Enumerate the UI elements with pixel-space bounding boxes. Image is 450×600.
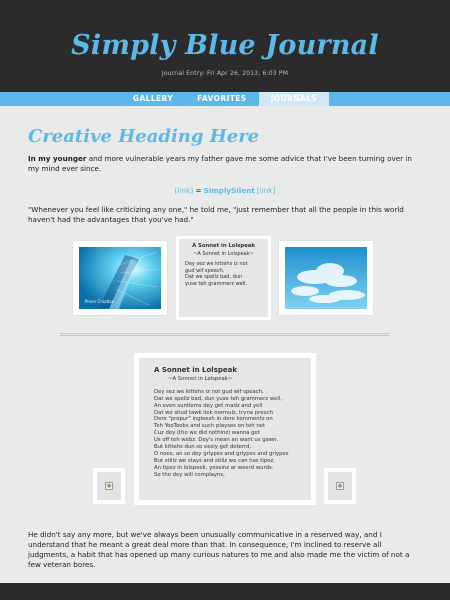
big-poem-line: An tipez in lolspeek, yoosinz ar weerd w… — [154, 464, 274, 471]
small-poem-body: A Sonnet in Lolspeak ~A Sonnet in Lolspe… — [179, 239, 268, 317]
small-poem-line: yuse teh grammerz well, — [185, 280, 248, 287]
big-poem-line: Dat we shud tawk liek normulz, tryna pre… — [154, 409, 273, 416]
footer-bar — [0, 583, 450, 600]
broken-image-icon: ● — [336, 482, 344, 490]
big-poem-line: But stillz we stays and stillz we can ha… — [154, 457, 275, 464]
nav-tab-gallery[interactable]: GALLERY — [121, 92, 185, 106]
small-poem-line: gud wif speach, — [185, 267, 225, 274]
link-user[interactable]: SimplySilent — [204, 186, 255, 195]
nav-tab-journals[interactable]: JOURNALS — [258, 92, 330, 106]
thumbnail-clouds[interactable] — [279, 241, 373, 315]
right-side-thumbnail[interactable]: ● — [324, 468, 356, 504]
site-header: Simply Blue Journal Journal Entry: Fri A… — [0, 0, 450, 92]
intro-rest: and more vulnerable years my father gave… — [28, 154, 412, 173]
small-poem-subtitle: ~A Sonnet in Lolspeak~ — [193, 250, 254, 257]
big-poem-subtitle: ~A Sonnet in Lolspeak~ — [168, 375, 233, 382]
journal-content: Creative Heading Here In my younger and … — [0, 126, 450, 225]
big-poem-line: Cuz dey (tho we did nothinz) wanna get — [154, 430, 260, 437]
journal-heading: Creative Heading Here — [28, 126, 260, 147]
big-poem-card: A Sonnet in Lolspeak ~A Sonnet in Lolspe… — [134, 353, 316, 505]
section-divider — [60, 333, 390, 336]
intro-paragraph: In my younger and more vulnerable years … — [28, 154, 422, 174]
small-poem-title: A Sonnet in Lolspeak — [192, 243, 255, 249]
site-title[interactable]: Simply Blue Journal — [0, 30, 450, 61]
big-poem-title: A Sonnet in Lolspeak — [154, 366, 237, 374]
small-poem-line: Dey sez we kittehs iz not — [185, 261, 248, 268]
link-left[interactable]: [link] — [175, 186, 193, 195]
small-poem-line: Dat we spellz bad, dun — [185, 274, 243, 281]
intro-bold: In my younger — [28, 154, 87, 163]
left-side-thumbnail[interactable]: ● — [93, 468, 125, 504]
big-poem-lines: Dey sez we kittehs iz not gud wif speach… — [154, 389, 296, 479]
quote-paragraph: "Whenever you feel like criticizing any … — [28, 205, 404, 224]
small-poem-card[interactable]: A Sonnet in Lolspeak ~A Sonnet in Lolspe… — [176, 236, 271, 320]
thumbnail-caption: Prism Creation — [85, 299, 115, 304]
gallery-row: Prism Creation A Sonnet in Lolspeak ~A S… — [73, 236, 377, 320]
big-poem-line: An even suntlems dey get madz and yell — [154, 402, 263, 409]
closing-paragraph: He didn't say any more, but we've always… — [28, 530, 410, 569]
big-poem-line: So tho dey will complayns, — [154, 471, 225, 478]
big-poem-body: A Sonnet in Lolspeak ~A Sonnet in Lolspe… — [139, 358, 311, 500]
thumbnail-prism[interactable]: Prism Creation — [73, 241, 167, 315]
clouds-image — [285, 247, 367, 309]
big-poem-line: Dere "propur" ingleesh in dere kommentz … — [154, 416, 273, 423]
nav-tab-favorites[interactable]: FAVORITES — [185, 92, 258, 106]
prism-image: Prism Creation — [79, 247, 161, 309]
link-line: [link] = SimplySilent [link] — [28, 186, 422, 195]
big-poem-line: O noes, an so dey grlypes and grlypes an… — [154, 450, 289, 457]
small-poem-lines: Dey sez we kittehs iz not gud wif speach… — [185, 261, 262, 287]
big-poem-line: Us off teh webz. Dey's mean an want us g… — [154, 437, 279, 444]
big-poem-line: Dat we spellz bad, dun yuse teh grammerz… — [154, 395, 283, 402]
left-thumbnail-placeholder: ● — [97, 472, 121, 500]
big-poem-line: But kittehs dun so eesly get deterrd, — [154, 444, 252, 451]
right-thumbnail-placeholder: ● — [328, 472, 352, 500]
link-right[interactable]: [link] — [255, 186, 275, 195]
big-poem-line: Teh YooToobs and such playses on teh net — [154, 423, 266, 430]
link-equals: = — [193, 186, 204, 195]
nav-bar: GALLERY FAVORITES JOURNALS — [0, 92, 450, 106]
big-poem-line: Dey sez we kittehs iz not gud wif speach… — [154, 388, 264, 395]
journal-date: Journal Entry: Fri Apr 26, 2013, 6:03 PM — [161, 70, 289, 77]
broken-image-icon: ● — [105, 482, 113, 490]
